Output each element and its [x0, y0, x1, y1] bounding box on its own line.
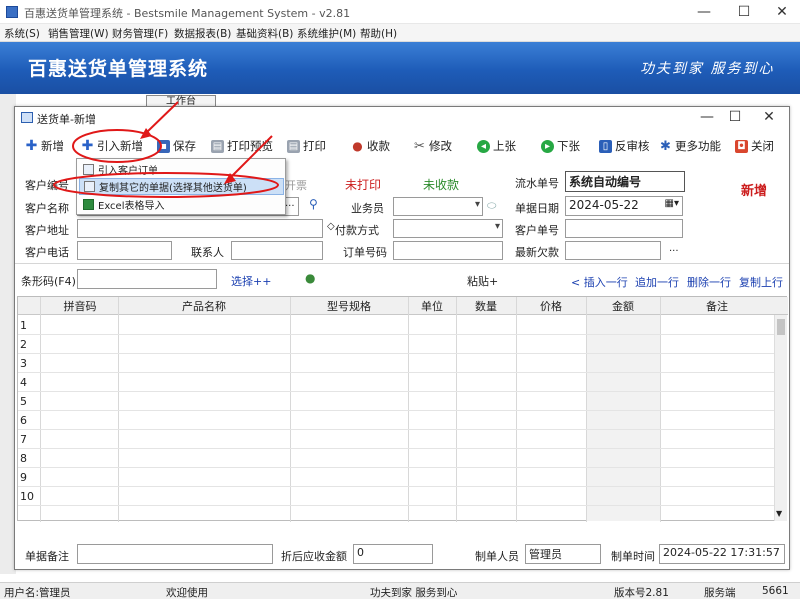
status-slogan: 功夫到家 服务到心 [370, 587, 458, 599]
annotation-overlay [53, 101, 279, 198]
status-user: 用户名:管理员 [4, 587, 71, 599]
annotation-arrow [145, 101, 179, 134]
highlight-ellipse-copy [53, 172, 279, 198]
status-server: 服务端 [704, 587, 736, 599]
status-bar: 用户名:管理员 欢迎使用 功夫到家 服务到心 版本号2.81 服务端 5661 [0, 582, 800, 599]
annotation-arrow [229, 135, 273, 179]
status-version: 版本号2.81 [614, 587, 669, 599]
status-port: 5661 [762, 585, 789, 597]
status-welcome: 欢迎使用 [166, 587, 208, 599]
